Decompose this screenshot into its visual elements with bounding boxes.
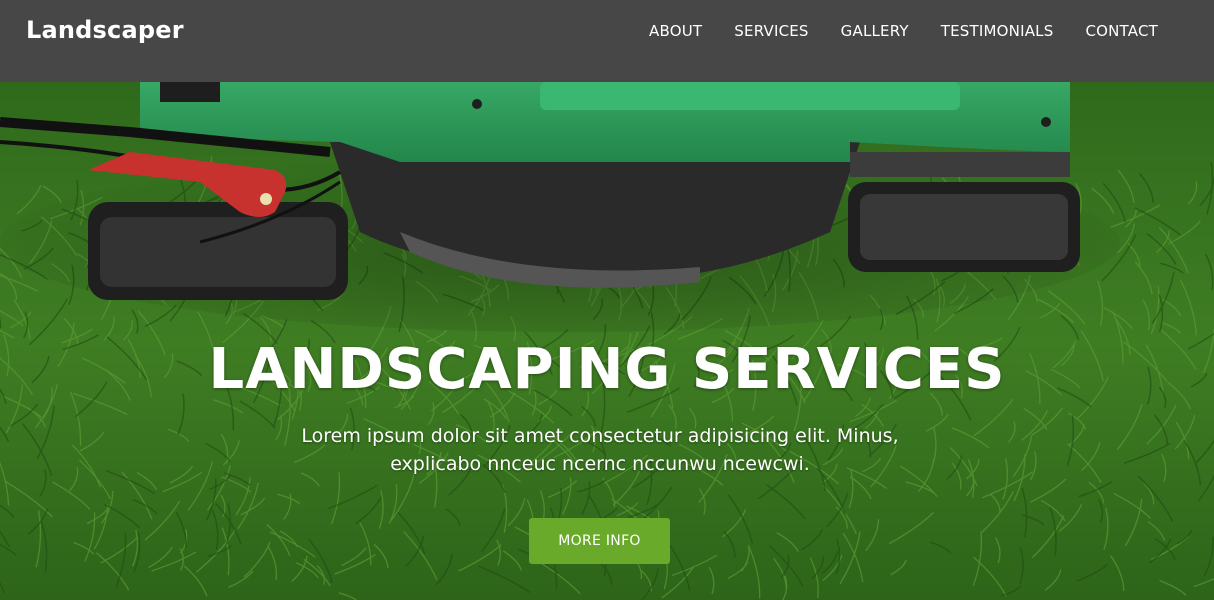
hero-subtitle-line2: explicabo nnceuc ncernc nccunwu ncewcwi. xyxy=(390,453,810,475)
hero-subtitle-line1: Lorem ipsum dolor sit amet consectetur a… xyxy=(301,425,899,447)
navbar: Landscaper ABOUT SERVICES GALLERY TESTIM… xyxy=(0,0,1214,82)
hero-title: LANDSCAPING SERVICES xyxy=(208,337,1006,402)
hero-subtitle: Lorem ipsum dolor sit amet consectetur a… xyxy=(270,422,930,478)
nav-gallery[interactable]: GALLERY xyxy=(841,22,909,40)
nav-about[interactable]: ABOUT xyxy=(649,22,702,40)
nav-testimonials[interactable]: TESTIMONIALS xyxy=(941,22,1054,40)
nav-services[interactable]: SERVICES xyxy=(734,22,808,40)
brand-logo[interactable]: Landscaper xyxy=(26,16,184,44)
nav-menu: ABOUT SERVICES GALLERY TESTIMONIALS CONT… xyxy=(649,22,1158,41)
nav-contact[interactable]: CONTACT xyxy=(1085,22,1158,40)
hero-section: LANDSCAPING SERVICES Lorem ipsum dolor s… xyxy=(0,82,1214,600)
more-info-button[interactable]: MORE INFO xyxy=(529,518,670,564)
hero-content: LANDSCAPING SERVICES Lorem ipsum dolor s… xyxy=(0,82,1214,600)
